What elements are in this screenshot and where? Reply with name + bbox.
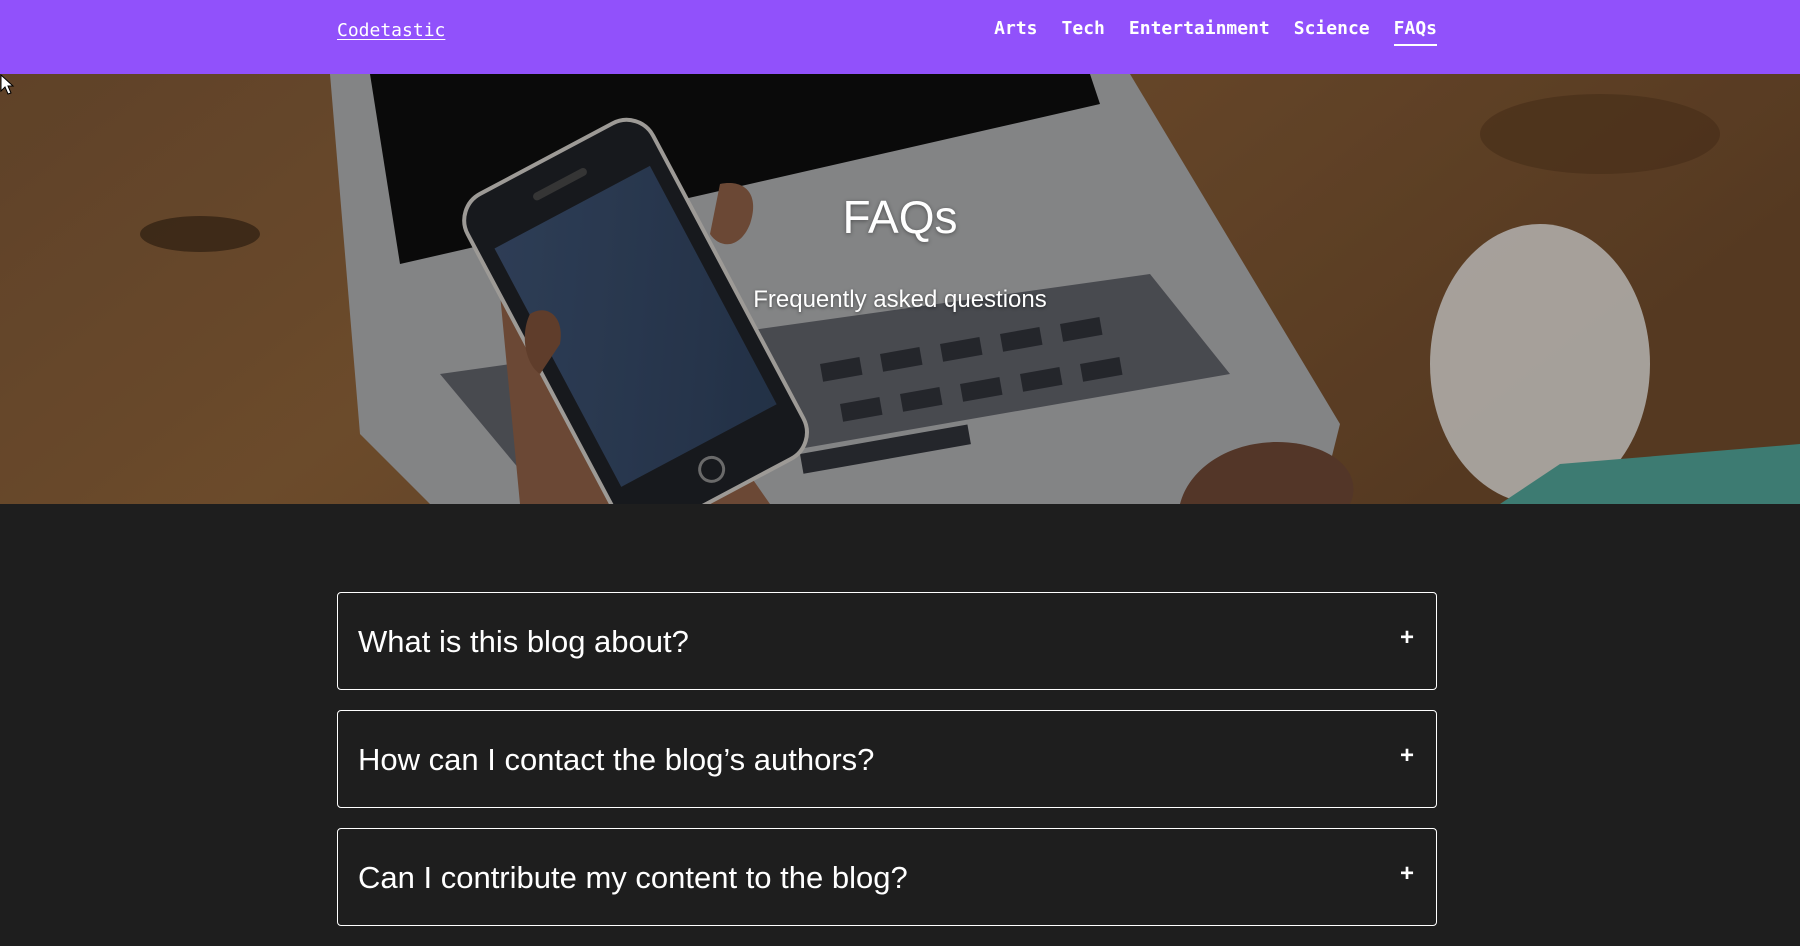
mouse-cursor-icon <box>0 74 15 95</box>
nav-links: Arts Tech Entertainment Science FAQs <box>994 18 1437 46</box>
plus-icon[interactable]: + <box>1400 741 1414 771</box>
nav-item-entertainment[interactable]: Entertainment <box>1129 18 1270 46</box>
faq-item[interactable]: What is this blog about? + <box>337 592 1437 690</box>
faq-item[interactable]: Can I contribute my content to the blog?… <box>337 828 1437 926</box>
plus-icon[interactable]: + <box>1400 623 1414 653</box>
nav-item-faqs[interactable]: FAQs <box>1393 18 1437 46</box>
plus-icon[interactable]: + <box>1400 859 1414 889</box>
faq-question: Can I contribute my content to the blog? <box>358 860 908 895</box>
page-subtitle: Frequently asked questions <box>753 286 1047 313</box>
nav-item-tech[interactable]: Tech <box>1062 18 1105 46</box>
faq-question: How can I contact the blog’s authors? <box>358 742 875 777</box>
page-title: FAQs <box>842 191 958 243</box>
hero-banner: FAQs Frequently asked questions <box>0 74 1800 504</box>
nav-item-arts[interactable]: Arts <box>994 18 1037 46</box>
brand-link[interactable]: Codetastic <box>337 20 445 41</box>
nav-item-science[interactable]: Science <box>1294 18 1370 46</box>
top-navbar: Codetastic Arts Tech Entertainment Scien… <box>0 0 1800 74</box>
faq-question: What is this blog about? <box>358 624 689 659</box>
faq-list: What is this blog about? + How can I con… <box>337 592 1437 946</box>
faq-item[interactable]: How can I contact the blog’s authors? + <box>337 710 1437 808</box>
